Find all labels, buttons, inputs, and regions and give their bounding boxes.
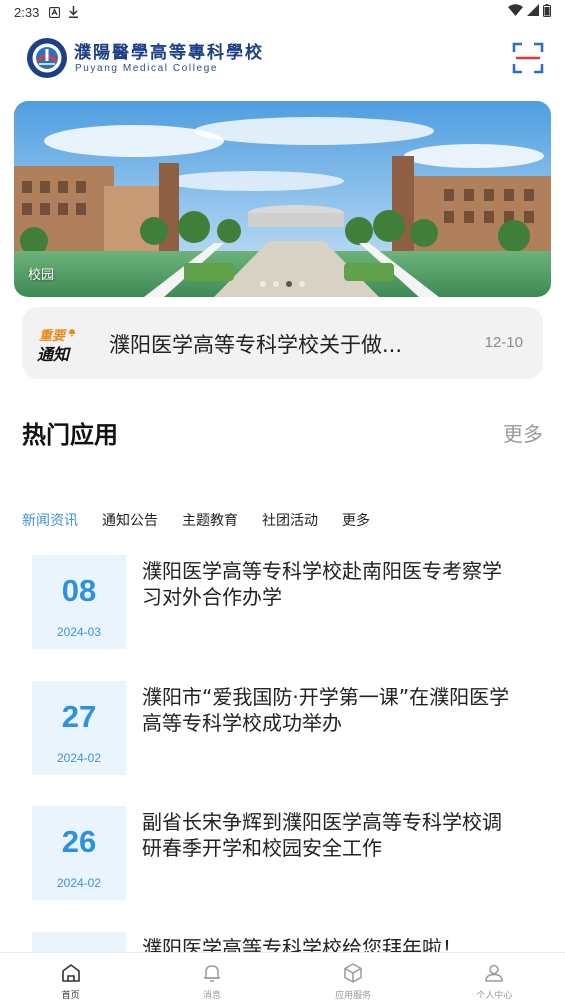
nav-home-label: 首页	[61, 991, 80, 1001]
news-title: 濮阳医学高等专科学校赴南阳医专考察学习对外合作办学	[142, 559, 502, 609]
hot-apps-title: 热门应用	[22, 421, 118, 449]
nav-home[interactable]: 首页	[0, 953, 141, 1004]
status-bar: 2:33	[0, 0, 565, 24]
banner-dot[interactable]	[273, 281, 279, 287]
important-notice-badge: 重要 通知	[37, 325, 77, 364]
school-logo	[26, 37, 68, 79]
news-year-month: 2024-02	[56, 751, 102, 765]
bell-icon	[203, 965, 220, 982]
scan-button[interactable]	[512, 42, 544, 74]
news-year-month: 2024-03	[56, 625, 102, 639]
status-time: 2:33	[14, 4, 40, 20]
banner-dot-active[interactable]	[286, 281, 292, 287]
nav-profile-label: 个人中心	[476, 991, 513, 1001]
tab-theme-education[interactable]: 主题教育	[182, 510, 238, 530]
school-name-cn: 濮陽醫學高等專科學校	[74, 43, 264, 63]
tab-notices[interactable]: 通知公告	[102, 510, 158, 530]
banner-dot[interactable]	[299, 281, 305, 287]
bottom-nav: 首页 消息 应用服务 个人中心	[0, 952, 565, 1004]
important-notice[interactable]: 重要 通知 濮阳医学高等专科学校关于做... 12-10	[22, 307, 543, 379]
news-date-box: 27 2024-02	[32, 681, 126, 775]
header: 濮陽醫學高等專科學校 Puyang Medical College	[0, 30, 565, 86]
news-item[interactable]: 26 2024-02 副省长宋争辉到濮阳医学高等专科学校调研春季开学和校园安全工…	[32, 806, 542, 900]
tab-club-activities[interactable]: 社团活动	[262, 510, 318, 530]
status-right-icons	[508, 3, 551, 21]
wifi-icon	[508, 4, 523, 20]
news-item[interactable]: 08 2024-03 濮阳医学高等专科学校赴南阳医专考察学习对外合作办学	[32, 555, 542, 649]
news-item[interactable]: 27 2024-02 濮阳市“爱我国防·开学第一课”在濮阳医学高等专科学校成功举…	[32, 681, 542, 775]
news-day: 08	[61, 573, 97, 608]
news-date-box: 08 2024-03	[32, 555, 126, 649]
campus-photo	[14, 101, 551, 297]
notice-text: 濮阳医学高等专科学校关于做...	[109, 333, 403, 357]
tab-news[interactable]: 新闻资讯	[22, 510, 78, 530]
news-title: 濮阳市“爱我国防·开学第一课”在濮阳医学高等专科学校成功举办	[142, 685, 510, 735]
home-icon	[61, 964, 80, 982]
tab-more[interactable]: 更多	[342, 510, 370, 530]
campus-banner[interactable]: 校园	[14, 101, 551, 297]
news-date-box: 26 2024-02	[32, 806, 126, 900]
news-item[interactable]: 濮阳医学高等专科学校给您拜年啦！	[32, 932, 542, 952]
banner-dot[interactable]	[260, 281, 266, 287]
news-year-month: 2024-02	[56, 876, 102, 890]
news-day: 27	[61, 699, 97, 734]
bell-icon	[69, 329, 75, 337]
download-icon	[68, 6, 79, 18]
news-day: 26	[61, 824, 97, 859]
banner-pagination	[14, 281, 551, 287]
app-screen: 2:33 濮陽醫學高等專科學校 Puyang Medical College 校…	[0, 0, 565, 1004]
nav-messages-label: 消息	[202, 991, 221, 1001]
hot-apps-more-link[interactable]: 更多	[503, 418, 543, 447]
nav-app-services[interactable]: 应用服务	[283, 953, 424, 1004]
signal-icon	[527, 4, 539, 20]
news-list: 08 2024-03 濮阳医学高等专科学校赴南阳医专考察学习对外合作办学 27 …	[0, 555, 565, 952]
nav-messages[interactable]: 消息	[141, 953, 282, 1004]
news-tabs: 新闻资讯 通知公告 主题教育 社团活动 更多	[22, 510, 394, 530]
school-name-en: Puyang Medical College	[75, 63, 219, 74]
scan-icon	[512, 42, 544, 74]
notice-date: 12-10	[484, 334, 523, 351]
news-title: 濮阳医学高等专科学校给您拜年啦！	[142, 936, 462, 952]
badge-line2: 通知	[37, 345, 70, 364]
nav-app-services-label: 应用服务	[335, 991, 372, 1001]
battery-icon	[543, 3, 551, 21]
user-icon	[485, 964, 504, 982]
nav-profile[interactable]: 个人中心	[424, 953, 565, 1004]
cube-icon	[344, 963, 362, 983]
news-date-box	[32, 932, 126, 952]
news-title: 副省长宋争辉到濮阳医学高等专科学校调研春季开学和校园安全工作	[142, 810, 502, 860]
app-notification-icon	[49, 6, 61, 18]
